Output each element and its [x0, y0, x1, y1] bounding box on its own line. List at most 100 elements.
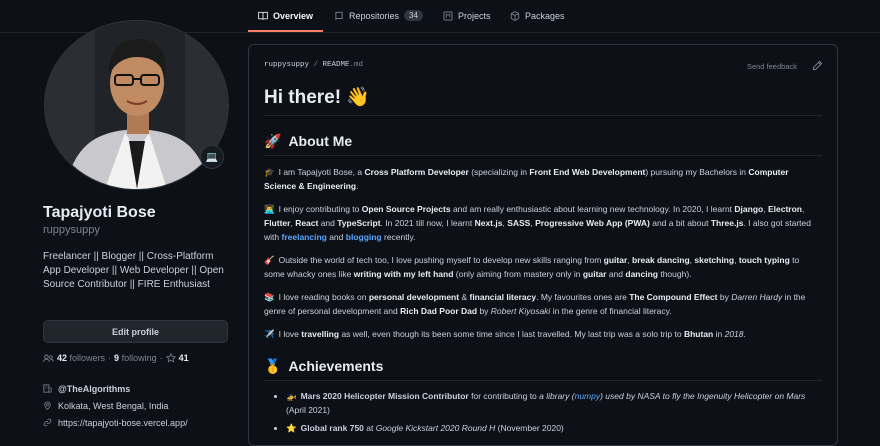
send-feedback-link[interactable]: Send feedback — [747, 62, 797, 71]
bold: Cross Platform Developer — [364, 167, 469, 177]
readme-file-link[interactable]: README.md — [323, 61, 364, 69]
guitar-icon: 🎸 — [264, 255, 275, 265]
text: for contributing to — [468, 391, 540, 401]
following-label: following — [121, 353, 157, 363]
italic: Google Kickstart 2020 Round H — [375, 423, 496, 433]
text: by — [717, 292, 732, 302]
bold: Mars 2020 Helicopter Mission Contributor — [300, 391, 469, 401]
profile-name: Tapajyoti Bose — [43, 204, 156, 221]
separator: · — [108, 353, 112, 363]
about-paragraph-travel: ✈️ I love travelling as well, even though… — [264, 327, 822, 341]
graduation-cap-icon: 🎓 — [264, 167, 275, 177]
text: ) pursuing my Bachelors in — [645, 167, 749, 177]
airplane-icon: ✈️ — [264, 329, 275, 339]
text: and — [606, 269, 626, 279]
bold: guitar — [603, 255, 628, 265]
avatar[interactable] — [44, 20, 229, 190]
readme-title: Hi there! 👋 — [264, 85, 822, 116]
profile-photo — [45, 21, 228, 189]
tab-label: Projects — [458, 10, 491, 21]
text: . — [356, 181, 359, 191]
about-heading: 🚀 About Me — [264, 132, 822, 156]
about-paragraph-tech: 👨‍💻 I enjoy contributing to Open Source P… — [264, 202, 822, 244]
follow-stats: 42 followers · 9 following · 41 — [43, 353, 189, 363]
followers-link[interactable]: 42 followers — [57, 353, 105, 363]
about-paragraph-hobbies: 🎸 Outside the world of tech too, I love p… — [264, 253, 822, 281]
edit-profile-button[interactable]: Edit profile — [43, 320, 228, 343]
text: (only aiming from mastery only in — [453, 269, 583, 279]
bold: Global rank 750 — [300, 423, 364, 433]
following-link[interactable]: 9 following — [114, 353, 157, 363]
italic: Robert Kiyosaki — [490, 306, 551, 316]
star-icon: ⭐ — [286, 423, 297, 433]
package-icon — [510, 10, 520, 21]
stars-link[interactable]: 41 — [179, 353, 189, 363]
list-item: 🚁Mars 2020 Helicopter Mission Contributo… — [286, 389, 822, 417]
tab-repositories[interactable]: Repositories 34 — [334, 0, 423, 31]
bold: Electron — [767, 204, 802, 214]
following-count: 9 — [114, 353, 120, 363]
bold: Bhutan — [683, 329, 714, 339]
tab-label: Overview — [273, 10, 314, 21]
profile-details: @TheAlgorithms Kolkata, West Bengal, Ind… — [43, 380, 188, 431]
stars-count: 41 — [178, 353, 189, 363]
separator: · — [159, 353, 163, 363]
blogging-link[interactable]: blogging — [346, 232, 382, 242]
achievements-list: 🚁Mars 2020 Helicopter Mission Contributo… — [264, 389, 822, 435]
bold: financial literacy — [469, 292, 537, 302]
italic: a library ( — [539, 391, 575, 401]
readme-file: README — [322, 61, 350, 69]
profile-bio: Freelancer || Blogger || Cross-Platform … — [43, 251, 224, 290]
books-icon: 📚 — [264, 292, 275, 302]
text: and — [318, 218, 338, 228]
numpy-link[interactable]: numpy — [575, 391, 601, 401]
text: I am Tapajyoti Bose, a — [278, 167, 365, 177]
readme-path: ruppysuppy / README.md — [264, 61, 363, 69]
bold: Open Source Projects — [361, 204, 451, 214]
text: and a bit about — [649, 218, 711, 228]
book-icon — [258, 11, 268, 20]
freelancing-link[interactable]: freelancing — [281, 232, 326, 242]
bold: dancing — [625, 269, 658, 279]
italic: ) used by NASA to fly the Ingenuity Heli… — [600, 391, 806, 401]
bold: guitar — [582, 269, 607, 279]
bold: Flutter — [264, 218, 291, 228]
tab-label: Packages — [525, 10, 565, 21]
text: recently. — [381, 232, 416, 242]
tab-projects[interactable]: Projects — [443, 0, 491, 31]
text: , — [801, 204, 805, 214]
medal-icon: 🥇 — [264, 357, 282, 374]
tab-packages[interactable]: Packages — [510, 0, 565, 31]
people-icon — [43, 354, 54, 362]
italic: 2018 — [724, 329, 744, 339]
bold: Progressive Web App (PWA) — [535, 218, 650, 228]
text: I love — [278, 329, 302, 339]
pencil-icon[interactable] — [812, 60, 823, 71]
bold: Three.js — [710, 218, 744, 228]
project-icon — [443, 11, 453, 20]
text: (specializing in — [468, 167, 530, 177]
bold: Front End Web Development — [529, 167, 646, 177]
readme-user-link[interactable]: ruppysuppy — [264, 61, 309, 69]
bold: TypeScript — [337, 218, 381, 228]
repo-icon — [335, 11, 343, 20]
text: as well, even though its been some time … — [339, 329, 684, 339]
bold: The Compound Effect — [629, 292, 718, 302]
followers-count: 42 — [57, 353, 68, 363]
helicopter-icon: 🚁 — [286, 391, 297, 401]
text: Outside the world of tech too, I love pu… — [278, 255, 604, 265]
org-link[interactable]: @TheAlgorithms — [58, 384, 130, 394]
readme-card: ruppysuppy / README.md Send feedback Hi … — [248, 44, 838, 446]
tab-overview[interactable]: Overview — [247, 0, 324, 32]
location-icon — [44, 401, 51, 410]
list-item: ⭐Global rank 750 at Google Kickstart 202… — [286, 421, 822, 435]
website-item: https://tapajyoti-bose.vercel.app/ — [43, 414, 188, 431]
website-link[interactable]: https://tapajyoti-bose.vercel.app/ — [58, 418, 188, 428]
about-paragraph-books: 📚 I love reading books on personal develo… — [264, 290, 822, 318]
bold: break dancing — [632, 255, 690, 265]
org-item: @TheAlgorithms — [43, 380, 188, 397]
text: (April 2021) — [286, 405, 330, 415]
location-item: Kolkata, West Bengal, India — [43, 397, 188, 414]
status-emoji[interactable]: 💻 — [200, 145, 224, 169]
text: in — [713, 329, 725, 339]
